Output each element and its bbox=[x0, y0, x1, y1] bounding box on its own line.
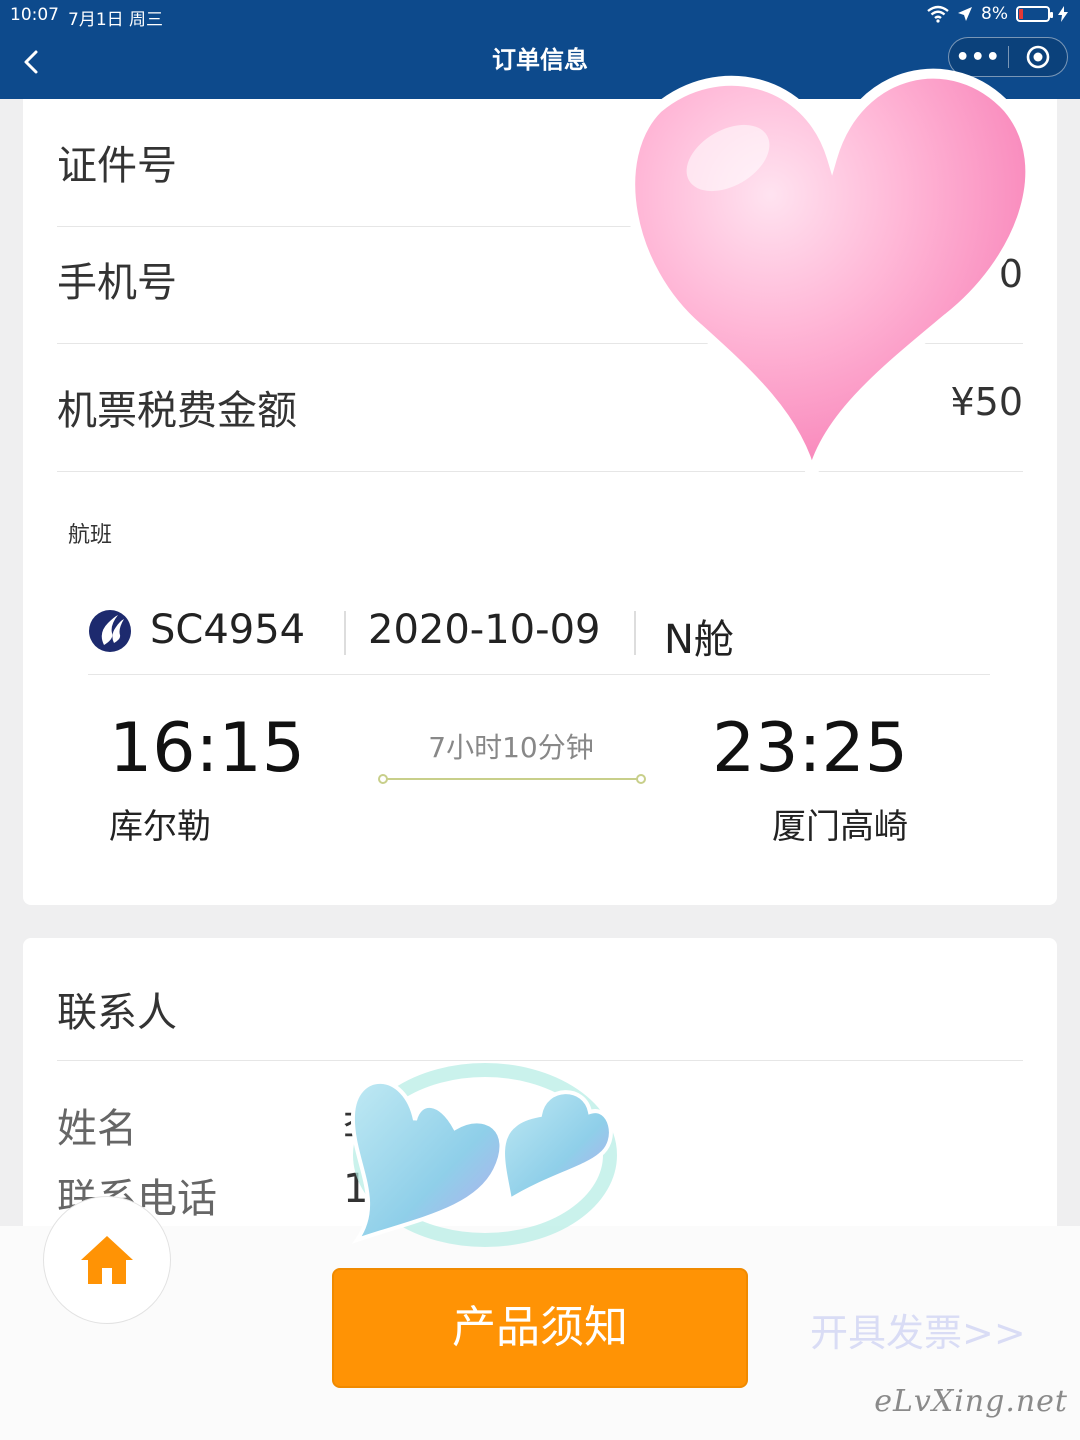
wifi-icon bbox=[927, 5, 949, 23]
home-button[interactable] bbox=[43, 1196, 171, 1324]
cabin-class: N舱 bbox=[664, 617, 734, 663]
invoice-link[interactable]: 开具发票>> bbox=[810, 1302, 1026, 1357]
arrival-city: 厦门高崎 bbox=[772, 807, 908, 847]
tax-fee-label: 机票税费金额 bbox=[57, 388, 297, 434]
flight-header-divider bbox=[344, 611, 346, 655]
sichuan-airlines-logo bbox=[89, 610, 131, 652]
phone-label: 手机号 bbox=[57, 260, 177, 306]
watermark: eLvXing.net bbox=[874, 1384, 1068, 1419]
contact-name-label: 姓名 bbox=[57, 1106, 137, 1152]
flight-date: 2020-10-09 bbox=[368, 607, 601, 653]
status-right: 8% bbox=[927, 4, 1068, 24]
battery-percent: 8% bbox=[981, 4, 1008, 24]
home-icon bbox=[81, 1236, 133, 1284]
id-number-label: 证件号 bbox=[57, 143, 177, 189]
flight-duration: 7小时10分钟 bbox=[428, 731, 594, 764]
flight-header: SC4954 2020-10-09 N舱 bbox=[88, 589, 990, 675]
charging-icon bbox=[1058, 6, 1068, 22]
departure-time: 16:15 bbox=[109, 709, 305, 788]
flight-section-label: 航班 bbox=[68, 523, 113, 548]
status-date: 7月1日 周三 bbox=[68, 10, 164, 30]
product-notice-button[interactable]: 产品须知 bbox=[332, 1268, 748, 1388]
blue-hearts-sticker bbox=[350, 1063, 617, 1247]
status-time: 10:07 bbox=[10, 5, 59, 25]
flight-header-divider bbox=[634, 611, 636, 655]
arrival-time: 23:25 bbox=[712, 709, 908, 788]
location-arrow-icon bbox=[958, 7, 973, 21]
departure-city: 库尔勒 bbox=[109, 807, 211, 847]
battery-icon bbox=[1016, 6, 1053, 22]
duration-line bbox=[378, 774, 646, 784]
flight-number: SC4954 bbox=[150, 607, 306, 653]
status-bar: 10:07 7月1日 周三 8% bbox=[0, 0, 1080, 30]
contact-title: 联系人 bbox=[57, 990, 177, 1036]
pink-heart-sticker bbox=[625, 68, 1036, 480]
